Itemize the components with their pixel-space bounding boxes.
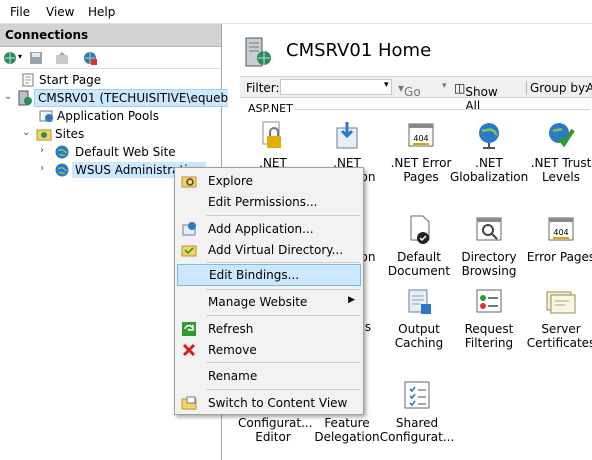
feature-net-authorization[interactable]: .NET (234, 120, 312, 170)
connections-header: Connections (0, 24, 221, 47)
globe-icon (54, 162, 70, 178)
tree-item-sites[interactable]: ⌄ Sites (0, 125, 220, 143)
menu-separator (206, 315, 360, 316)
request-filter-icon (473, 286, 505, 318)
filter-input[interactable] (280, 79, 392, 95)
collapse-icon[interactable]: ⌄ (4, 91, 12, 102)
tree-item-app-pools[interactable]: Application Pools (0, 107, 220, 125)
toolbar-divider (526, 81, 527, 95)
menu-item-switch-content-view[interactable]: Switch to Content View (175, 392, 363, 414)
menu-file[interactable]: File (10, 5, 30, 19)
go-dropdown-icon[interactable]: ▾ (442, 81, 447, 91)
tree-item-start-page[interactable]: Start Page (0, 71, 220, 89)
feature-output-caching[interactable]: Output Caching (380, 286, 458, 350)
feature-net-error-pages[interactable]: 404 .NET Error Pages (382, 120, 460, 184)
tree-item-default-site[interactable]: › Default Web Site (0, 143, 220, 161)
feature-net-compilation[interactable]: .NET (308, 120, 386, 170)
certificate-icon (545, 286, 577, 318)
lock-doc-icon (257, 120, 289, 152)
shared-config-icon (401, 380, 433, 412)
feature-directory-browsing[interactable]: Directory Browsing (450, 214, 528, 278)
filter-dropdown-icon[interactable]: ▾ (384, 80, 389, 90)
menu-item-edit-bindings[interactable]: Edit Bindings... (177, 264, 361, 286)
directory-browse-icon (473, 214, 505, 246)
output-caching-icon (403, 286, 435, 318)
content-view-icon (181, 395, 197, 411)
section-divider (294, 109, 590, 110)
group-by-value[interactable]: Ar (586, 81, 592, 95)
menu-item-manage-website[interactable]: Manage Website ▶ (175, 291, 363, 313)
default-doc-icon (403, 214, 435, 246)
menu-item-explore[interactable]: Explore (175, 170, 363, 192)
filter-bar: Filter: ▾ ▾ Go ▾ ◫ Show All Group by: Ar (240, 76, 592, 113)
feature-request-filtering[interactable]: Request Filtering (450, 286, 528, 350)
svg-text:404: 404 (413, 134, 428, 143)
app-pools-icon (38, 108, 54, 124)
feature-shared-configuration[interactable]: Shared Configurat... (378, 380, 456, 444)
menu-item-remove[interactable]: Remove (175, 339, 363, 361)
context-menu: Explore Edit Permissions... Add Applicat… (174, 167, 364, 415)
start-page-icon (20, 72, 36, 88)
menu-help[interactable]: Help (88, 5, 115, 19)
menu-item-add-virtual-directory[interactable]: Add Virtual Directory... (175, 239, 363, 261)
expand-icon[interactable]: › (40, 145, 44, 156)
go-label: Go (404, 85, 421, 99)
filter-label: Filter: (246, 81, 280, 95)
show-all-button[interactable]: ◫ Show All (454, 81, 498, 113)
feature-net-globalization[interactable]: .NET Globalization (450, 120, 528, 184)
menu-separator (206, 389, 360, 390)
menu-separator (206, 262, 360, 263)
menu-view[interactable]: View (46, 5, 74, 19)
menu-separator (206, 215, 360, 216)
server-home-icon (240, 36, 272, 68)
globe-icon (54, 144, 70, 160)
connect-globe-icon[interactable] (2, 50, 18, 66)
save-icon[interactable] (28, 50, 44, 66)
submenu-arrow-icon: ▶ (348, 295, 355, 305)
connections-toolbar: ▾ (0, 47, 221, 69)
feature-feature-delegation[interactable]: Feature Delegation (312, 416, 382, 444)
menu-item-refresh[interactable]: Refresh (175, 318, 363, 340)
menu-item-edit-permissions[interactable]: Edit Permissions... (175, 191, 363, 213)
go-button[interactable]: ▾ Go (398, 81, 421, 99)
page-title: CMSRV01 Home (286, 40, 432, 61)
svg-text:404: 404 (553, 228, 568, 237)
sites-folder-icon (36, 126, 52, 142)
globe-stand-icon (473, 120, 505, 152)
tree-item-server[interactable]: ⌄ CMSRV01 (TECHUISITIVE\equebal) (0, 89, 248, 107)
dropdown-arrow-icon[interactable]: ▾ (18, 52, 22, 61)
up-folder-icon[interactable] (54, 50, 70, 66)
add-application-icon (181, 221, 197, 237)
explore-folder-icon (181, 173, 197, 189)
download-doc-icon (331, 120, 363, 152)
feature-default-document[interactable]: Default Document (380, 214, 458, 278)
error-404-icon: 404 (545, 214, 577, 246)
menu-separator (206, 289, 360, 290)
refresh-icon (181, 321, 197, 337)
remove-x-icon (181, 342, 197, 358)
menu-bar: File View Help (0, 0, 592, 24)
collapse-icon[interactable]: ⌄ (22, 127, 30, 138)
feature-error-pages[interactable]: 404 Error Pages (522, 214, 592, 264)
feature-configuration-editor[interactable]: Configurat... Editor (238, 416, 313, 444)
error-404-icon: 404 (405, 120, 437, 152)
menu-separator (206, 362, 360, 363)
virtual-directory-icon (181, 242, 197, 258)
feature-net-trust-levels[interactable]: .NET Trust Levels (522, 120, 592, 184)
menu-item-add-application[interactable]: Add Application... (175, 218, 363, 240)
expand-icon[interactable]: › (40, 163, 44, 174)
globe-connect-icon[interactable] (82, 50, 98, 66)
menu-item-rename[interactable]: Rename (175, 365, 363, 387)
section-aspnet: ASP.NET (248, 102, 293, 115)
server-icon (16, 90, 32, 106)
feature-server-certificates[interactable]: Server Certificates (522, 286, 592, 350)
trust-check-icon (545, 120, 577, 152)
group-by-label: Group by: (530, 81, 589, 95)
